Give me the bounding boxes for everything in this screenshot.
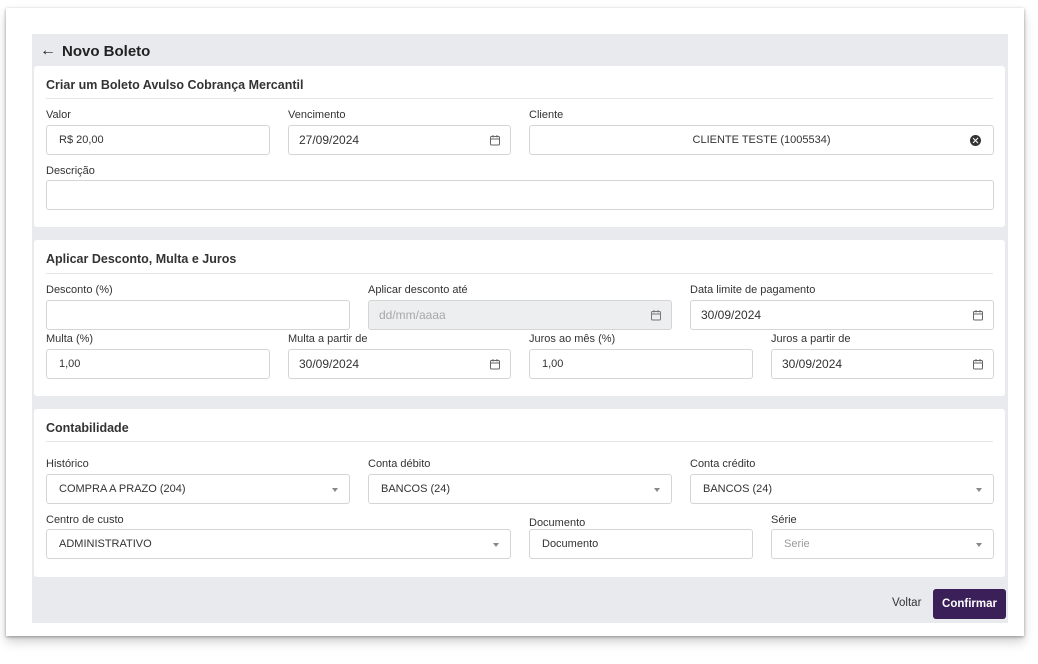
conta-credito-select[interactable]: BANCOS (24)	[690, 474, 994, 504]
calendar-icon[interactable]	[489, 358, 501, 370]
page-title: Novo Boleto	[62, 42, 151, 60]
serie-label: Série	[771, 514, 797, 526]
aplicar-desconto-label: Aplicar desconto até	[368, 284, 468, 296]
juros-a-partir-date-input[interactable]: 30/09/2024	[771, 349, 994, 379]
divider	[46, 441, 993, 442]
window-frame: ← Novo Boleto Criar um Boleto Avulso Cob…	[6, 8, 1024, 636]
app-container: ← Novo Boleto Criar um Boleto Avulso Cob…	[32, 34, 1008, 623]
section-title-boleto: Criar um Boleto Avulso Cobrança Mercanti…	[46, 78, 304, 92]
vencimento-value: 27/09/2024	[299, 133, 360, 147]
divider	[46, 98, 993, 99]
arrow-left-icon[interactable]: ←	[40, 43, 56, 59]
divider	[46, 273, 993, 274]
desconto-card: Aplicar Desconto, Multa e Juros Desconto…	[34, 240, 1005, 396]
aplicar-desconto-placeholder: dd/mm/aaaa	[379, 308, 446, 322]
historico-select[interactable]: COMPRA A PRAZO (204)	[46, 474, 350, 504]
back-link[interactable]: Voltar	[892, 597, 921, 609]
chevron-down-icon	[976, 543, 982, 547]
calendar-icon[interactable]	[972, 358, 984, 370]
boleto-card: Criar um Boleto Avulso Cobrança Mercanti…	[34, 66, 1005, 227]
juros-a-partir-value: 30/09/2024	[782, 357, 843, 371]
descricao-label: Descrição	[46, 165, 95, 177]
documento-input[interactable]: Documento	[529, 529, 753, 559]
valor-value: R$ 20,00	[59, 134, 104, 146]
data-limite-label: Data limite de pagamento	[690, 284, 816, 296]
calendar-icon[interactable]	[650, 309, 662, 321]
centro-custo-label: Centro de custo	[46, 514, 124, 526]
documento-value: Documento	[542, 538, 599, 550]
multa-label: Multa (%)	[46, 333, 94, 345]
clear-icon[interactable]	[970, 135, 981, 146]
multa-a-partir-date-input[interactable]: 30/09/2024	[288, 349, 511, 379]
calendar-icon[interactable]	[972, 309, 984, 321]
serie-placeholder: Serie	[784, 538, 810, 550]
data-limite-date-input[interactable]: 30/09/2024	[690, 300, 994, 330]
multa-a-partir-value: 30/09/2024	[299, 357, 360, 371]
historico-label: Histórico	[46, 458, 89, 470]
page-header: ← Novo Boleto	[40, 41, 150, 61]
desconto-label: Desconto (%)	[46, 284, 113, 296]
confirm-button[interactable]: Confirmar	[933, 589, 1006, 619]
chevron-down-icon	[976, 488, 982, 492]
section-title-desconto: Aplicar Desconto, Multa e Juros	[46, 252, 237, 266]
valor-input[interactable]: R$ 20,00	[46, 125, 270, 155]
chevron-down-icon	[654, 488, 660, 492]
conta-credito-value: BANCOS (24)	[703, 483, 773, 495]
chevron-down-icon	[332, 488, 338, 492]
multa-value: 1,00	[59, 358, 81, 370]
valor-label: Valor	[46, 109, 71, 121]
chevron-down-icon	[493, 543, 499, 547]
section-title-contabilidade: Contabilidade	[46, 421, 129, 435]
conta-credito-label: Conta crédito	[690, 458, 756, 470]
cliente-select[interactable]: CLIENTE TESTE (1005534)	[529, 125, 994, 155]
cliente-label: Cliente	[529, 109, 564, 121]
descricao-input[interactable]	[46, 180, 994, 210]
conta-debito-select[interactable]: BANCOS (24)	[368, 474, 672, 504]
data-limite-value: 30/09/2024	[701, 308, 762, 322]
multa-a-partir-label: Multa a partir de	[288, 333, 368, 345]
conta-debito-label: Conta débito	[368, 458, 431, 470]
cliente-value: CLIENTE TESTE (1005534)	[692, 134, 831, 146]
centro-custo-value: ADMINISTRATIVO	[59, 538, 152, 550]
vencimento-date-input[interactable]: 27/09/2024	[288, 125, 511, 155]
historico-value: COMPRA A PRAZO (204)	[59, 483, 186, 495]
centro-custo-select[interactable]: ADMINISTRATIVO	[46, 529, 511, 559]
desconto-input[interactable]	[46, 300, 350, 330]
documento-label: Documento	[529, 517, 586, 529]
serie-select[interactable]: Serie	[771, 529, 994, 559]
contabilidade-card: Contabilidade Histórico COMPRA A PRAZO (…	[34, 409, 1005, 577]
juros-mes-label: Juros ao mês (%)	[529, 333, 616, 345]
juros-a-partir-label: Juros a partir de	[771, 333, 851, 345]
multa-input[interactable]: 1,00	[46, 349, 270, 379]
conta-debito-value: BANCOS (24)	[381, 483, 451, 495]
aplicar-desconto-date-input[interactable]: dd/mm/aaaa	[368, 300, 672, 330]
vencimento-label: Vencimento	[288, 109, 346, 121]
juros-mes-input[interactable]: 1,00	[529, 349, 753, 379]
calendar-icon[interactable]	[489, 134, 501, 146]
juros-mes-value: 1,00	[542, 358, 564, 370]
